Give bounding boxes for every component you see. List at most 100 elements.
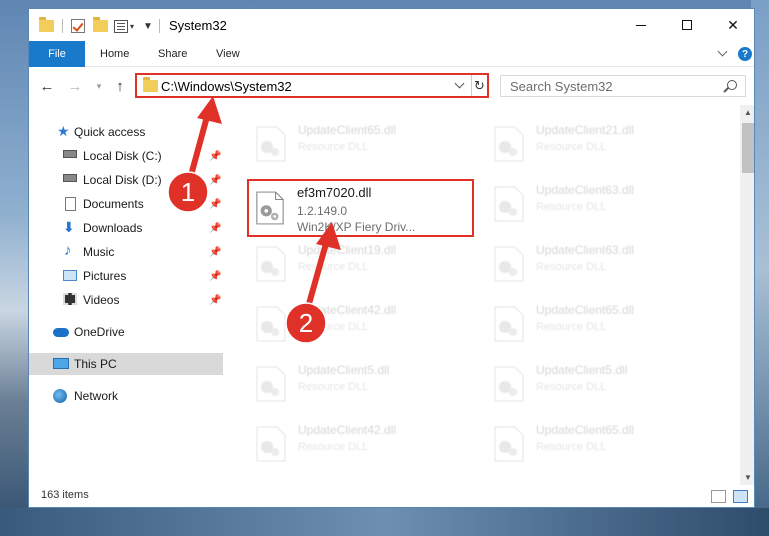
search-icon[interactable] bbox=[727, 80, 737, 90]
file-list: UpdateClient65.dll Resource DLL UpdateCl… bbox=[225, 105, 740, 485]
sidebar-item-label: Local Disk (C:) bbox=[83, 149, 162, 163]
highlighted-file-item[interactable]: ef3m7020.dll 1.2.149.0 Win2K/XP Fiery Dr… bbox=[247, 179, 474, 237]
tab-share[interactable]: Share bbox=[158, 41, 187, 67]
address-bar[interactable]: C:\Windows\System32 ↻ bbox=[135, 73, 489, 98]
pin-icon[interactable]: 📌 bbox=[209, 295, 221, 306]
sidebar-item-local-disk-c[interactable]: Local Disk (C:) 📌 bbox=[29, 145, 223, 167]
details-view-icon[interactable] bbox=[711, 490, 726, 503]
file-item[interactable]: UpdateClient42.dll Resource DLL bbox=[251, 419, 481, 469]
downloads-icon: ⬇ bbox=[63, 219, 75, 235]
maximize-button[interactable] bbox=[664, 9, 710, 41]
expand-ribbon-icon[interactable] bbox=[717, 46, 728, 57]
sidebar-item-label: This PC bbox=[74, 357, 117, 371]
help-icon[interactable]: ? bbox=[738, 47, 752, 61]
network-icon bbox=[53, 389, 69, 403]
file-type: Resource DLL bbox=[536, 381, 607, 393]
pin-icon[interactable]: 📌 bbox=[209, 247, 221, 258]
file-item[interactable]: UpdateClient65.dll Resource DLL bbox=[251, 119, 481, 169]
file-name: UpdateClient63.dll bbox=[536, 183, 635, 197]
file-item[interactable]: UpdateClient5.dll Resource DLL bbox=[251, 359, 481, 409]
file-type: Resource DLL bbox=[298, 321, 369, 333]
address-path[interactable]: C:\Windows\System32 bbox=[161, 79, 292, 94]
sidebar-item-onedrive[interactable]: OneDrive bbox=[29, 321, 223, 343]
search-box[interactable]: Search System32 bbox=[500, 75, 746, 97]
file-item[interactable]: UpdateClient65.dll Resource DLL bbox=[489, 419, 719, 469]
tab-view[interactable]: View bbox=[216, 41, 240, 67]
file-type: Resource DLL bbox=[298, 441, 369, 453]
sidebar-item-downloads[interactable]: ⬇ Downloads 📌 bbox=[29, 217, 223, 239]
title-bar: ▾ ▼ System32 ✕ bbox=[29, 9, 754, 41]
refresh-button[interactable]: ↻ bbox=[471, 75, 487, 96]
window-folder-icon bbox=[39, 17, 54, 34]
sidebar-item-label: Network bbox=[74, 389, 119, 403]
refresh-icon: ↻ bbox=[474, 77, 485, 93]
item-count: 163 items bbox=[41, 489, 89, 501]
file-item[interactable]: UpdateClient63.dll Resource DLL bbox=[489, 239, 719, 289]
sidebar-item-label: Local Disk (D:) bbox=[83, 173, 162, 187]
pin-icon[interactable]: 📌 bbox=[209, 271, 221, 282]
dll-file-icon bbox=[494, 306, 524, 342]
forward-button[interactable]: → bbox=[64, 76, 86, 96]
maximize-icon bbox=[682, 20, 692, 30]
file-item[interactable]: UpdateClient42.dll Resource DLL bbox=[251, 299, 481, 349]
pin-icon[interactable]: 📌 bbox=[209, 151, 221, 162]
back-button[interactable]: ← bbox=[36, 76, 58, 96]
recent-locations-button[interactable]: ▾ bbox=[88, 76, 110, 96]
file-item[interactable]: UpdateClient19.dll Resource DLL bbox=[251, 239, 481, 289]
chevron-down-icon: ▾ bbox=[96, 80, 102, 91]
address-dropdown-icon[interactable] bbox=[454, 78, 465, 89]
scrollbar-thumb[interactable] bbox=[742, 123, 754, 173]
sidebar-item-quick-access[interactable]: ★ Quick access bbox=[29, 121, 223, 143]
forward-arrow-icon: → bbox=[67, 77, 83, 95]
pin-icon[interactable]: 📌 bbox=[209, 175, 221, 186]
properties-icon[interactable]: ▾ bbox=[114, 18, 134, 34]
vertical-scrollbar[interactable]: ▲ ▼ bbox=[740, 105, 754, 485]
search-input[interactable]: Search System32 bbox=[510, 79, 613, 94]
sidebar-item-label: Documents bbox=[83, 197, 144, 211]
file-name: UpdateClient5.dll bbox=[536, 363, 628, 377]
sidebar-item-pictures[interactable]: Pictures 📌 bbox=[29, 265, 223, 287]
file-name: UpdateClient5.dll bbox=[298, 363, 390, 377]
file-name: UpdateClient65.dll bbox=[536, 303, 635, 317]
file-name: UpdateClient63.dll bbox=[536, 243, 635, 257]
sidebar-item-documents[interactable]: Documents 📌 bbox=[29, 193, 223, 215]
file-type: Resource DLL bbox=[536, 441, 607, 453]
pin-icon[interactable]: 📌 bbox=[209, 199, 221, 210]
navigation-pane: ★ Quick access Local Disk (C:) 📌 Local D… bbox=[29, 105, 225, 485]
up-button[interactable]: ↑ bbox=[109, 76, 131, 96]
file-type: Resource DLL bbox=[536, 321, 607, 333]
dll-file-icon bbox=[494, 186, 524, 222]
file-item[interactable]: UpdateClient5.dll Resource DLL bbox=[489, 359, 719, 409]
sidebar-item-label: Music bbox=[83, 245, 115, 259]
star-icon: ★ bbox=[57, 123, 70, 139]
properties-check-icon[interactable] bbox=[71, 18, 85, 34]
status-bar: 163 items bbox=[29, 485, 754, 507]
scroll-down-icon[interactable]: ▼ bbox=[743, 473, 753, 483]
sidebar-item-videos[interactable]: Videos 📌 bbox=[29, 289, 223, 311]
new-folder-icon[interactable] bbox=[93, 17, 108, 34]
drive-icon bbox=[63, 174, 79, 188]
file-item[interactable]: UpdateClient63.dll Resource DLL bbox=[489, 179, 719, 229]
sidebar-item-this-pc[interactable]: This PC bbox=[29, 353, 223, 375]
dll-file-icon bbox=[494, 366, 524, 402]
explorer-window: ▾ ▼ System32 ✕ File Home Share View ? ← … bbox=[28, 8, 755, 508]
sidebar-item-label: Downloads bbox=[83, 221, 143, 235]
scroll-up-icon[interactable]: ▲ bbox=[743, 108, 753, 118]
tab-file[interactable]: File bbox=[29, 41, 85, 67]
file-type: Resource DLL bbox=[536, 141, 607, 153]
pictures-icon bbox=[63, 270, 79, 284]
file-type: Resource DLL bbox=[298, 261, 369, 273]
tab-home[interactable]: Home bbox=[100, 41, 129, 67]
sidebar-item-local-disk-d[interactable]: Local Disk (D:) 📌 bbox=[29, 169, 223, 191]
sidebar-item-music[interactable]: ♪ Music 📌 bbox=[29, 241, 223, 263]
pin-icon[interactable]: 📌 bbox=[209, 223, 221, 234]
minimize-button[interactable] bbox=[618, 9, 664, 41]
file-item[interactable]: UpdateClient65.dll Resource DLL bbox=[489, 299, 719, 349]
up-arrow-icon: ↑ bbox=[116, 77, 124, 95]
sidebar-item-network[interactable]: Network bbox=[29, 385, 223, 407]
customize-toolbar-icon[interactable]: ▼ bbox=[143, 18, 153, 34]
tiles-view-icon[interactable] bbox=[733, 490, 748, 503]
close-button[interactable]: ✕ bbox=[710, 9, 754, 41]
file-type: Resource DLL bbox=[298, 141, 369, 153]
file-item[interactable]: UpdateClient21.dll Resource DLL bbox=[489, 119, 719, 169]
